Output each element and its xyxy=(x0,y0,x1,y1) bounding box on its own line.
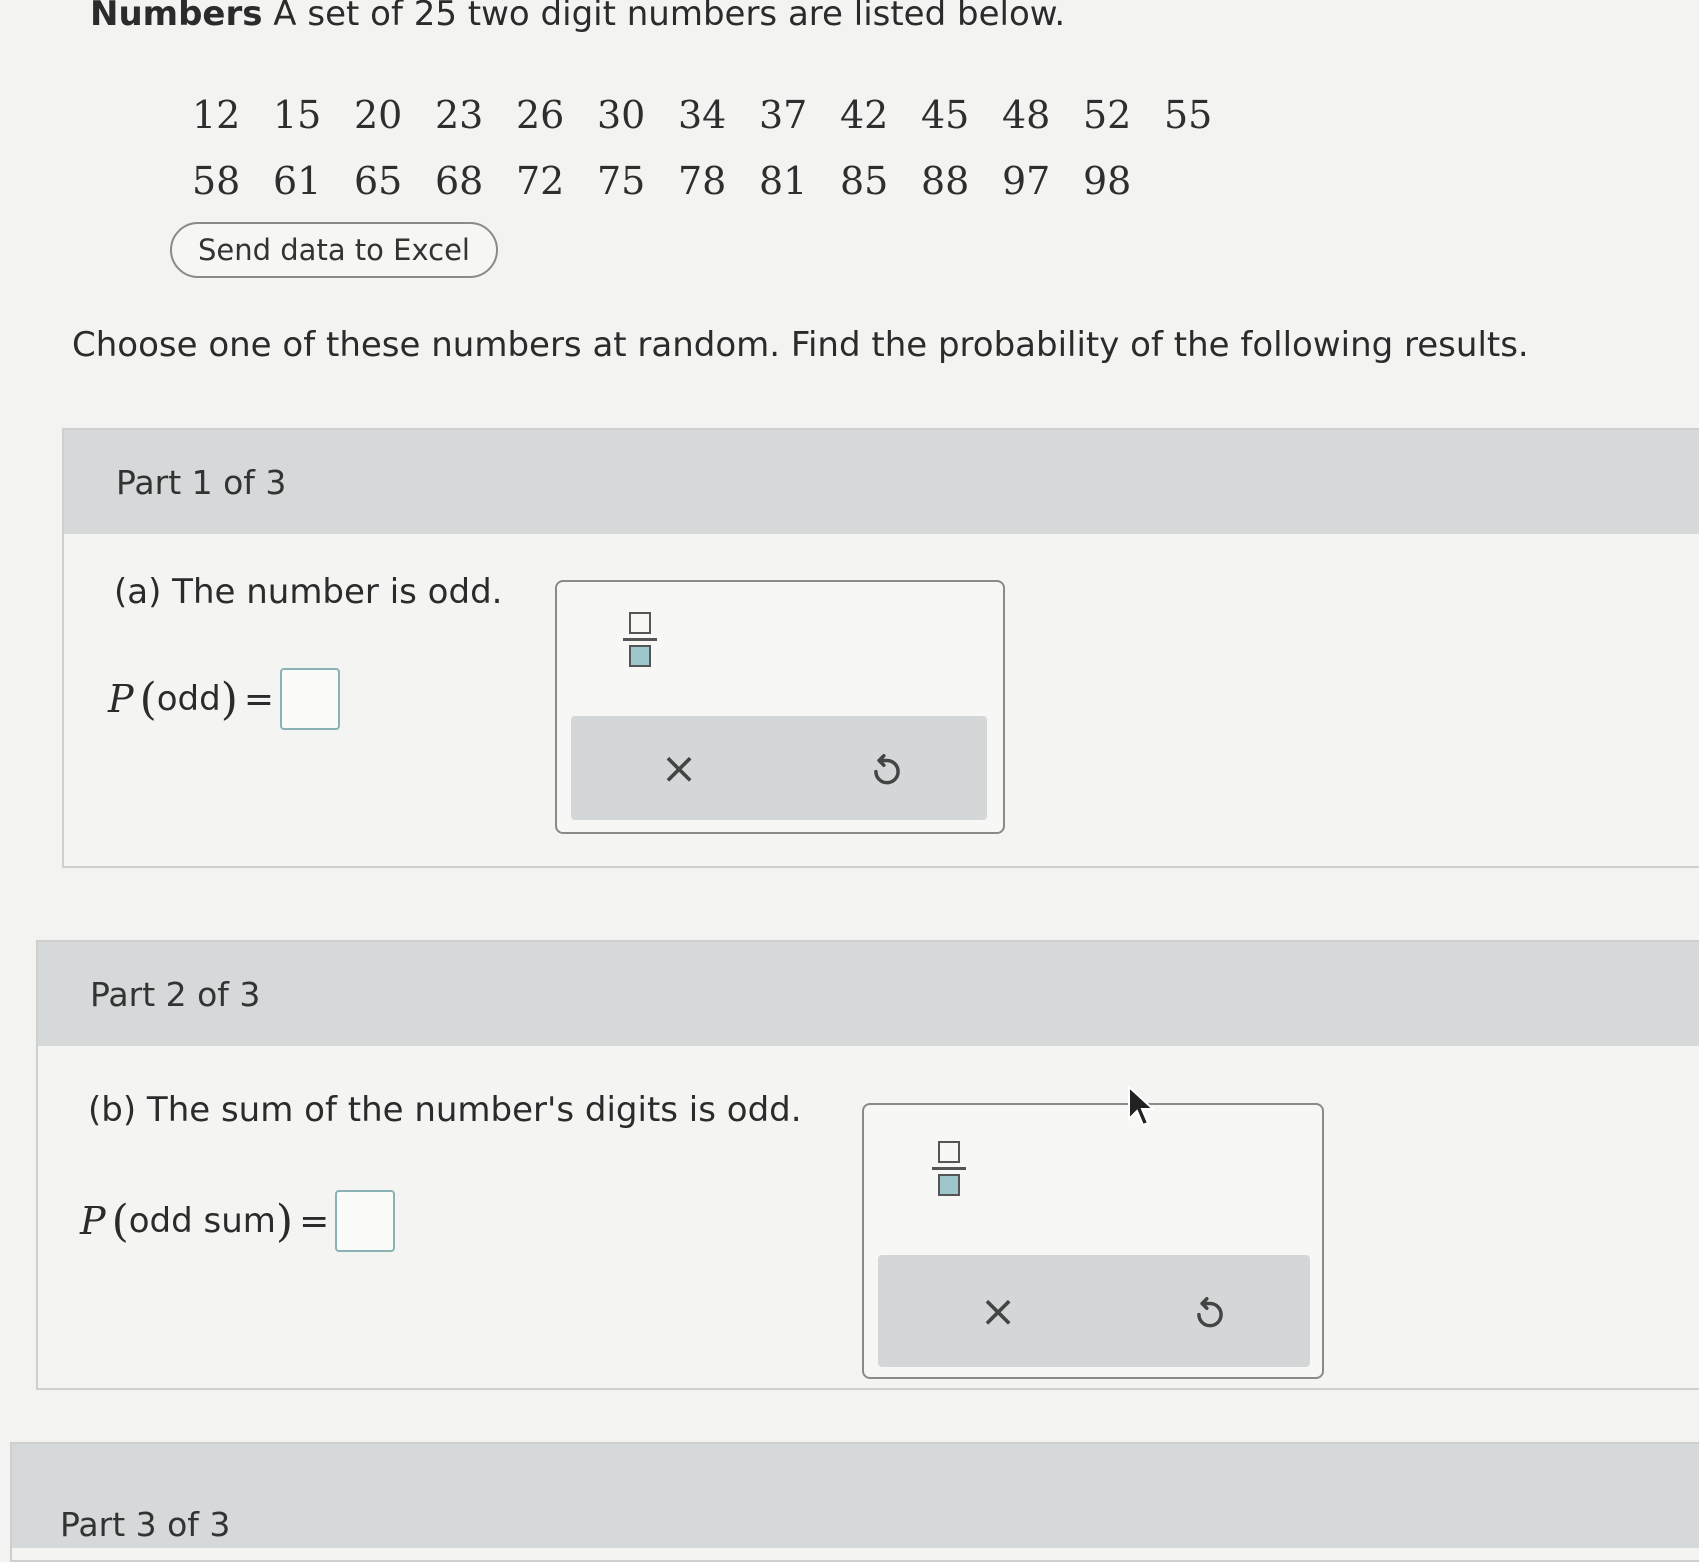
number-value: 78 xyxy=(678,159,727,203)
part-2-header: Part 2 of 3 xyxy=(38,942,1699,1046)
prob-argument: odd sum xyxy=(128,1201,276,1241)
part-3-header: Part 3 of 3 xyxy=(12,1444,1699,1548)
number-value: 85 xyxy=(840,159,889,203)
undo-icon[interactable] xyxy=(1180,1283,1240,1343)
part-2-question: (b) The sum of the number's digits is od… xyxy=(88,1090,802,1130)
number-value: 52 xyxy=(1083,93,1132,137)
part-1-question: (a) The number is odd. xyxy=(114,572,503,612)
part-1-probability-expression: P ( odd ) = xyxy=(108,668,341,730)
number-row-1: 12 15 20 23 26 30 34 37 42 45 48 52 55 xyxy=(192,82,1245,148)
problem-intro: Numbers A set of 25 two digit numbers ar… xyxy=(90,0,1065,34)
part-1-math-palette: × xyxy=(555,580,1005,834)
number-value: 26 xyxy=(516,93,565,137)
prob-variable: P xyxy=(80,1199,106,1243)
fraction-icon[interactable] xyxy=(623,612,657,667)
number-value: 72 xyxy=(516,159,565,203)
number-value: 34 xyxy=(678,93,727,137)
close-icon[interactable]: × xyxy=(968,1281,1028,1341)
undo-icon[interactable] xyxy=(857,740,917,800)
part-1-header: Part 1 of 3 xyxy=(64,430,1699,534)
prob-argument: odd xyxy=(156,679,221,719)
page: Numbers A set of 25 two digit numbers ar… xyxy=(0,0,1699,1562)
fraction-icon[interactable] xyxy=(932,1141,966,1196)
number-list: 12 15 20 23 26 30 34 37 42 45 48 52 55 58 61 65 68 72 75 7… xyxy=(192,82,1245,214)
part-3-panel: Part 3 of 3 xyxy=(10,1442,1699,1562)
number-value: 48 xyxy=(1002,93,1051,137)
number-value: 30 xyxy=(597,93,646,137)
close-icon[interactable]: × xyxy=(649,738,709,798)
mouse-pointer-icon xyxy=(1128,1085,1156,1127)
part-2-math-palette: × xyxy=(862,1103,1324,1379)
number-value: 20 xyxy=(354,93,403,137)
number-value: 37 xyxy=(759,93,808,137)
part-1-answer-input[interactable] xyxy=(280,668,341,730)
number-value: 81 xyxy=(759,159,808,203)
number-value: 45 xyxy=(921,93,970,137)
number-value: 68 xyxy=(435,159,484,203)
part-2-probability-expression: P ( odd sum ) = xyxy=(80,1190,396,1252)
part-2-answer-input[interactable] xyxy=(335,1190,396,1252)
prob-variable: P xyxy=(108,677,134,721)
number-value: 15 xyxy=(273,93,322,137)
number-value: 97 xyxy=(1002,159,1051,203)
send-data-to-excel-button[interactable]: Send data to Excel xyxy=(170,222,498,278)
number-value: 58 xyxy=(192,159,241,203)
part-1-action-bar: × xyxy=(571,716,987,820)
number-row-2: 58 61 65 68 72 75 78 81 85 88 97 98 xyxy=(192,148,1245,214)
number-value: 23 xyxy=(435,93,484,137)
problem-intro-text: A set of 25 two digit numbers are listed… xyxy=(262,0,1066,34)
number-value: 88 xyxy=(921,159,970,203)
instruction-text: Choose one of these numbers at random. F… xyxy=(72,325,1529,365)
number-value: 12 xyxy=(192,93,241,137)
part-2-action-bar: × xyxy=(878,1255,1310,1367)
number-value: 98 xyxy=(1083,159,1132,203)
number-value: 65 xyxy=(354,159,403,203)
number-value: 75 xyxy=(597,159,646,203)
number-value: 42 xyxy=(840,93,889,137)
number-value: 55 xyxy=(1164,93,1213,137)
number-value: 61 xyxy=(273,159,322,203)
problem-title: Numbers xyxy=(90,0,263,34)
